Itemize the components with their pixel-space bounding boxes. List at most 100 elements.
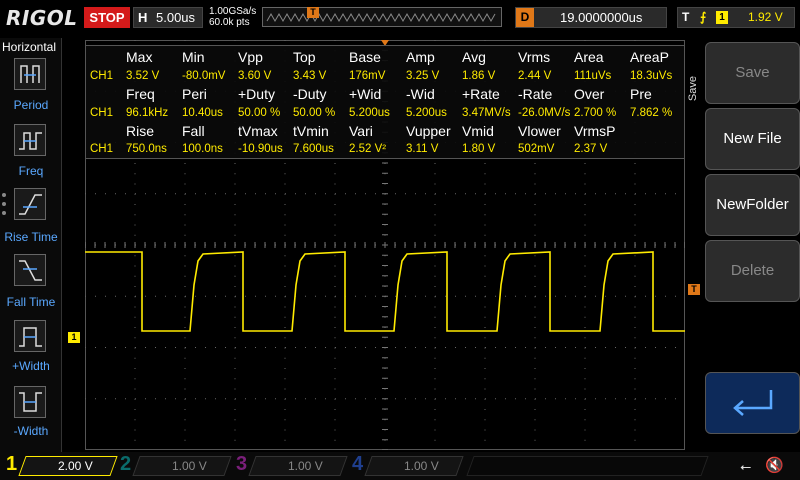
timebase-box[interactable]: H 5.00us <box>133 7 203 28</box>
rise-time-icon[interactable] <box>14 188 46 220</box>
meas-head: +Duty <box>238 86 275 102</box>
meas-head: Pre <box>630 86 652 102</box>
meas-head: Over <box>574 86 605 102</box>
trigger-position-marker[interactable]: T <box>307 7 319 18</box>
meas-value: 5.200us <box>349 107 390 119</box>
meas-value: 3.60 V <box>238 70 272 82</box>
ch1-offset-marker[interactable]: 1 <box>68 332 80 343</box>
channel-4-tab[interactable]: 4 1.00 V <box>352 453 464 478</box>
run-stop-indicator[interactable]: STOP <box>84 7 130 28</box>
meas-value: 1.80 V <box>462 143 496 155</box>
channel-3-tab[interactable]: 3 1.00 V <box>236 453 348 478</box>
meas-head: Area <box>574 49 604 65</box>
meas-head: +Wid <box>349 86 382 102</box>
timebase-value: 5.00us <box>156 10 196 25</box>
menu-title: Horizontal <box>2 40 57 54</box>
meas-value: 2.37 V <box>574 143 608 155</box>
meas-head: Amp <box>406 49 435 65</box>
meas-head: Min <box>182 49 205 65</box>
meas-value: 10.40us <box>182 107 223 119</box>
top-status-bar: RIGOL STOP H 5.00us 1.00GSa/s 60.0k pts … <box>0 0 800 38</box>
channel-number: 4 <box>352 453 364 475</box>
memory-depth: 60.0k pts <box>209 17 250 28</box>
menu-item-freq[interactable]: Freq <box>0 164 62 178</box>
meas-head: -Wid <box>406 86 435 102</box>
negative-width-icon[interactable] <box>14 386 46 418</box>
menu-item-rise-time[interactable]: Rise Time <box>0 230 62 244</box>
meas-value: 176mV <box>349 70 386 82</box>
menu-page-indicator <box>2 193 8 220</box>
menu-item-positive-width[interactable]: +Width <box>0 359 62 373</box>
period-icon[interactable] <box>14 58 46 90</box>
meas-value: 111uVs <box>574 70 612 82</box>
frequency-icon[interactable] <box>14 124 46 156</box>
channel-2-tab[interactable]: 2 1.00 V <box>120 453 232 478</box>
memory-waveform-overview <box>266 12 496 23</box>
sample-rate: 1.00GSa/s <box>209 6 257 17</box>
speaker-muted-icon: 🔇 <box>765 457 784 474</box>
meas-row-2-headers: Freq Peri +Duty -Duty +Wid -Wid +Rate -R… <box>86 86 686 104</box>
horizontal-label: H <box>138 10 148 25</box>
meas-head: Max <box>126 49 153 65</box>
meas-head: tVmin <box>293 123 329 139</box>
delete-button[interactable]: Delete <box>705 240 800 302</box>
meas-value: 2.52 V² <box>349 143 387 155</box>
meas-value: -26.0MV/s <box>518 107 571 119</box>
ch1-trace <box>85 251 685 332</box>
new-folder-button[interactable]: NewFolder <box>705 174 800 236</box>
meas-head: Vupper <box>406 123 451 139</box>
meas-value: 750.0ns <box>126 143 167 155</box>
memory-position-bar <box>262 7 502 27</box>
meas-head: Avg <box>462 49 486 65</box>
meas-value: 96.1kHz <box>126 107 169 119</box>
meas-channel: CH1 <box>90 70 114 82</box>
usb-icon: ⭠ <box>740 458 752 474</box>
meas-value: 3.52 V <box>126 70 160 82</box>
delay-value: 19.0000000us <box>560 10 643 25</box>
meas-channel: CH1 <box>90 143 114 155</box>
meas-channel: CH1 <box>90 107 114 119</box>
trigger-level-marker[interactable]: T <box>688 284 700 295</box>
channel-number: 1 <box>6 453 18 475</box>
meas-value: 2.44 V <box>518 70 552 82</box>
menu-item-period[interactable]: Period <box>0 98 62 112</box>
meas-head: VrmsP <box>574 123 616 139</box>
channel-scale: 1.00 V <box>288 459 323 473</box>
meas-head: Rise <box>126 123 155 139</box>
menu-item-negative-width[interactable]: -Width <box>0 424 62 438</box>
meas-row-1-headers: Max Min Vpp Top Base Amp Avg Vrms Area A… <box>86 49 686 67</box>
new-file-button[interactable]: New File <box>705 108 800 170</box>
delay-label: D <box>516 8 534 27</box>
meas-value: 50.00 % <box>293 107 336 119</box>
brand-logo: RIGOL <box>6 6 78 30</box>
meas-row-3-headers: Rise Fall tVmax tVmin Vari Vupper Vmid V… <box>86 123 686 141</box>
channel-1-tab[interactable]: 1 2.00 V <box>6 453 118 478</box>
trigger-box[interactable]: T ⨍ 1 1.92 V <box>677 7 795 28</box>
meas-value: 3.47MV/s <box>462 107 511 119</box>
fall-time-icon[interactable] <box>14 254 46 286</box>
channel-scale: 2.00 V <box>58 459 93 473</box>
channel-number: 2 <box>120 453 132 475</box>
meas-value: -80.0mV <box>182 70 226 82</box>
empty-status-slot <box>466 456 709 476</box>
trigger-level: 1.92 V <box>748 10 783 24</box>
meas-row-3-values: CH1 750.0ns 100.0ns -10.90us 7.600us 2.5… <box>86 143 686 161</box>
meas-value: 100.0ns <box>182 143 223 155</box>
meas-head: Vpp <box>238 49 263 65</box>
menu-item-fall-time[interactable]: Fall Time <box>0 295 62 309</box>
positive-width-icon[interactable] <box>14 320 46 352</box>
meas-value: 2.700 % <box>574 107 617 119</box>
channel-scale: 1.00 V <box>404 459 439 473</box>
rising-edge-icon: ⨍ <box>700 10 707 24</box>
save-button[interactable]: Save <box>705 42 800 104</box>
meas-value: 502mV <box>518 143 555 155</box>
meas-value: 7.862 % <box>630 107 673 119</box>
channel-status-bar: 1 2.00 V 2 1.00 V 3 1.00 V 4 1.00 V ⭠ 🔇 <box>0 452 800 480</box>
delay-box[interactable]: D 19.0000000us <box>515 7 667 28</box>
meas-value: 3.25 V <box>406 70 440 82</box>
enter-button[interactable] <box>705 372 800 434</box>
meas-head: Vari <box>349 123 373 139</box>
meas-head: -Rate <box>518 86 553 102</box>
meas-head: Vrms <box>518 49 551 65</box>
channel-number: 3 <box>236 453 248 475</box>
